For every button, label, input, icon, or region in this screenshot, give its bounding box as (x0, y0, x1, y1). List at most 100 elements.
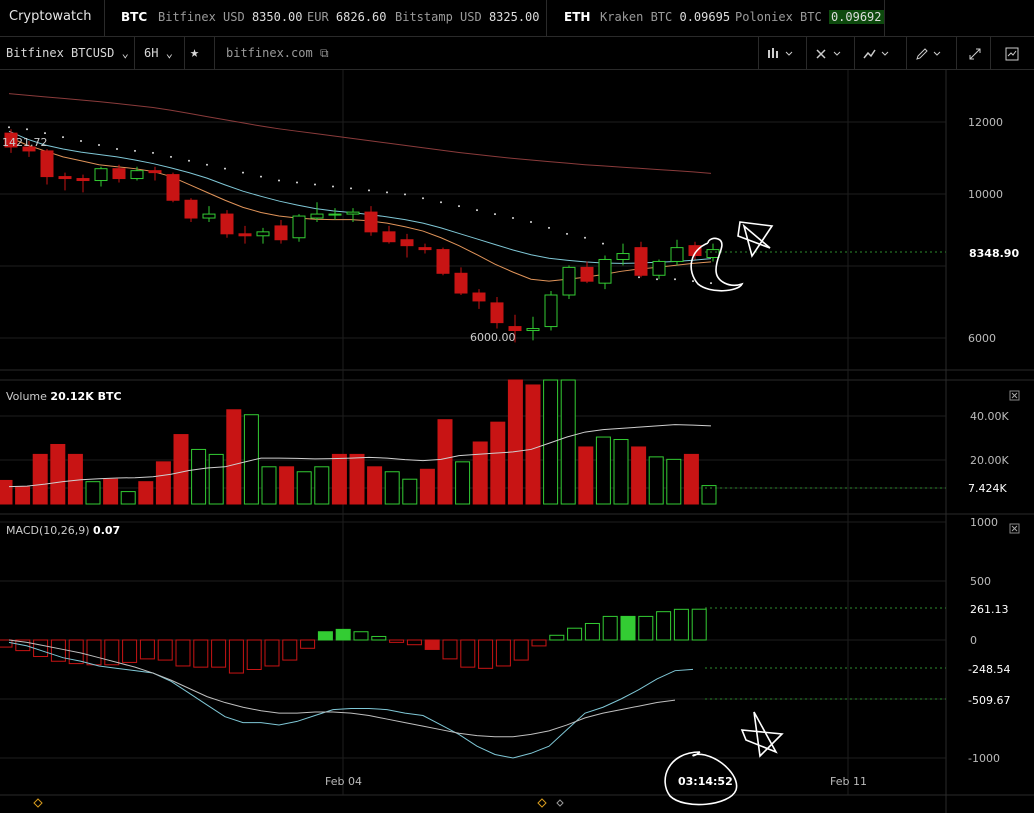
psar-dot (512, 217, 514, 220)
favorite-star-icon[interactable]: ★ (190, 43, 199, 61)
event-marker-icon[interactable] (33, 798, 43, 808)
psar-dot (530, 220, 532, 223)
volume-bar (120, 491, 136, 505)
volume-pane (0, 379, 946, 505)
volume-bar (103, 478, 119, 505)
period-selector[interactable]: 6H ⌄ (144, 46, 173, 60)
psar-dot (62, 136, 64, 139)
psar-dot (440, 201, 442, 204)
chart-toolbar: Bitfinex BTCUSD ⌄ 6H ⌄ ★ bitfinex.com ⧉ (0, 37, 1034, 70)
exchange-link[interactable]: bitfinex.com ⧉ (226, 46, 329, 61)
psar-dot (116, 147, 118, 150)
divider (806, 37, 807, 69)
psar-dot (134, 149, 136, 152)
volume-bar (15, 486, 31, 505)
psar-dot (8, 126, 10, 129)
ticker-eth-label[interactable]: ETH (564, 10, 590, 24)
psar-dot (152, 151, 154, 154)
candle (292, 215, 306, 239)
macd-histogram-bar (567, 627, 583, 641)
volume-bar (296, 471, 312, 505)
macd-value-label: -248.54 (968, 663, 1010, 676)
candle (526, 328, 540, 332)
psar-dot (242, 171, 244, 174)
macd-histogram-bar (335, 628, 351, 641)
volume-bar (138, 481, 154, 505)
cross-icon[interactable] (808, 37, 850, 69)
candle (436, 249, 450, 274)
candle (544, 294, 558, 328)
candle (580, 266, 594, 282)
ticker-item[interactable]: Bitfinex USD 8350.00 (158, 10, 303, 24)
psar-dot (314, 183, 316, 186)
candle (166, 174, 180, 201)
ticker-item[interactable]: Poloniex BTC 0.09692 (735, 10, 884, 24)
macd-histogram-bar (495, 639, 511, 667)
divider (906, 37, 907, 69)
divider (546, 0, 547, 36)
psar-dot (404, 193, 406, 196)
divider (184, 37, 185, 69)
market-selector[interactable]: Bitfinex BTCUSD ⌄ (6, 46, 129, 60)
macd-histogram-bar (193, 639, 209, 668)
macd-histogram-bar (513, 639, 529, 661)
candle (130, 170, 144, 180)
macd-histogram-bar (264, 639, 280, 667)
screenshot-icon[interactable] (991, 37, 1033, 69)
macd-histogram-bar (371, 635, 387, 641)
moving-average-line (8, 93, 712, 174)
volume-bar (648, 456, 664, 505)
close-volume-pane-icon[interactable] (1009, 390, 1020, 401)
psar-dot (170, 155, 172, 158)
chevron-down-icon: ⌄ (121, 46, 129, 60)
indicator-icon[interactable] (856, 37, 898, 69)
volume-bar (226, 409, 242, 505)
macd-histogram-bar (673, 608, 689, 641)
psar-dot (566, 232, 568, 235)
macd-histogram-bar (442, 639, 458, 660)
volume-bar (384, 471, 400, 505)
volume-bar (525, 384, 541, 505)
volume-bar (208, 453, 224, 505)
low-price-label: 6000.00 (470, 331, 516, 344)
ticker-item[interactable]: Bitstamp USD 8325.00 (395, 10, 540, 24)
y-tick-label: 20.00K (970, 454, 1009, 467)
candle (652, 260, 666, 276)
psar-dot (494, 213, 496, 216)
macd-histogram-bar (317, 631, 333, 641)
psar-dot (386, 191, 388, 194)
candle (112, 168, 126, 180)
ticker-bar: Cryptowatch BTC Bitfinex USD 8350.00 EUR… (0, 0, 1034, 37)
candle (616, 253, 630, 260)
chart-area[interactable]: 12000 10000 6000 8348.90 1421.72 6000.00… (0, 70, 1034, 813)
y-tick-label: -1000 (968, 752, 1000, 765)
event-marker-icon[interactable] (537, 798, 547, 808)
macd-histogram-bar (460, 639, 476, 668)
macd-histogram-bar (389, 639, 405, 643)
app-title[interactable]: Cryptowatch (9, 9, 92, 24)
hand-drawn-annotation (664, 221, 784, 806)
psar-dot (638, 276, 640, 279)
candle (328, 213, 342, 216)
close-macd-pane-icon[interactable] (1009, 523, 1020, 534)
macd-histogram-bar (638, 615, 654, 641)
ticker-item[interactable]: EUR 6826.60 (307, 10, 387, 24)
event-marker-icon[interactable] (556, 799, 564, 807)
ticker-item[interactable]: Kraken BTC 0.09695 (600, 10, 730, 24)
volume-bar (0, 479, 13, 505)
psar-dot (80, 140, 82, 143)
psar-dot (206, 163, 208, 166)
psar-dot (224, 167, 226, 170)
current-volume-label: 7.424K (968, 482, 1007, 495)
histogram-value-label: 261.13 (970, 603, 1009, 616)
candles-icon[interactable] (760, 37, 802, 69)
psar-dot (296, 181, 298, 184)
psar-dot (44, 132, 46, 135)
pencil-icon[interactable] (908, 37, 950, 69)
ticker-btc-label[interactable]: BTC (121, 10, 147, 24)
y-tick-label: 40.00K (970, 410, 1009, 423)
psar-dot (350, 187, 352, 190)
candle (472, 292, 486, 302)
psar-dot (98, 144, 100, 146)
volume-bar (543, 379, 559, 505)
